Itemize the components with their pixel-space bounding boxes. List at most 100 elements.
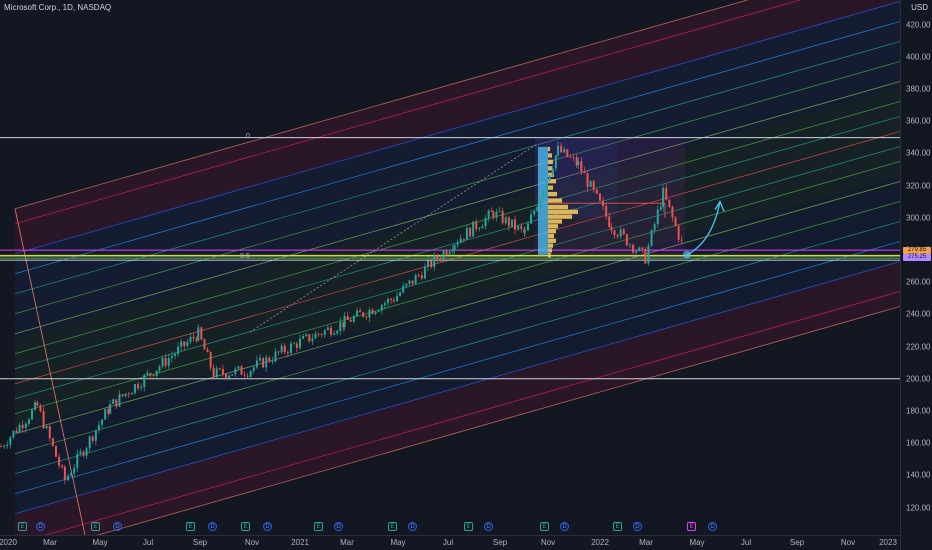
dividend-marker[interactable]: D — [484, 522, 493, 531]
candle — [31, 408, 33, 421]
price-tick: 180.00 — [906, 406, 931, 416]
dividend-marker[interactable]: D — [334, 522, 343, 531]
time-tick: Mar — [639, 538, 653, 547]
price-tick: 200.00 — [906, 374, 931, 384]
time-tick: Jul — [740, 538, 752, 547]
candle — [644, 247, 647, 265]
candle — [469, 226, 472, 238]
candle — [539, 197, 542, 208]
profile-bar — [548, 209, 578, 214]
time-tick: Mar — [43, 538, 57, 547]
earnings-marker[interactable]: E — [464, 522, 473, 531]
fib-level-half-label: 0.5 — [240, 253, 250, 260]
time-tick: Jul — [142, 538, 154, 547]
profile-bar — [548, 204, 568, 210]
earnings-marker[interactable]: E — [687, 522, 696, 531]
earnings-marker[interactable]: E — [18, 522, 27, 531]
profile-bar — [548, 153, 552, 158]
regression-channel — [14, 0, 900, 535]
price-tick: 160.00 — [906, 438, 931, 448]
current-price-tag: 279.85 — [903, 246, 931, 254]
profile-bar — [548, 185, 553, 190]
time-tick: Sep — [192, 538, 208, 547]
price-tick: 320.00 — [906, 181, 931, 190]
symbol-title[interactable]: Microsoft Corp., 1D, NASDAQ — [4, 3, 111, 12]
profile-bar — [548, 191, 557, 197]
current-price-tag: 275.25 — [903, 254, 931, 262]
time-tick: Nov — [540, 538, 556, 547]
time-tick: Nov — [840, 538, 856, 547]
price-tick: 120.00 — [906, 503, 931, 512]
currency-label[interactable]: USD — [911, 3, 928, 12]
earnings-marker[interactable]: E — [241, 522, 250, 531]
price-tick: 260.00 — [906, 277, 931, 287]
dividend-marker[interactable]: D — [36, 522, 45, 531]
candle — [203, 337, 206, 350]
price-tick: 240.00 — [906, 309, 931, 319]
price-tick: 140.00 — [906, 470, 931, 480]
profile-bar — [548, 146, 550, 152]
dividend-marker[interactable]: D — [408, 522, 417, 531]
dividend-marker[interactable]: D — [633, 522, 642, 531]
profile-bar — [548, 224, 558, 229]
price-chart[interactable] — [0, 0, 900, 535]
profile-bar — [548, 253, 551, 258]
candle — [54, 445, 57, 458]
profile-bar — [548, 159, 553, 165]
candle — [548, 174, 551, 182]
time-tick: May — [92, 538, 108, 547]
time-tick: 2021 — [291, 538, 309, 547]
candle — [598, 192, 601, 202]
candle — [12, 430, 15, 440]
dividend-marker[interactable]: D — [708, 522, 717, 531]
profile-bar — [548, 166, 552, 171]
time-tick: Sep — [492, 538, 508, 547]
earnings-marker[interactable]: E — [314, 522, 323, 531]
candle — [112, 398, 115, 405]
price-tick: 420.00 — [906, 20, 931, 29]
time-tick: May — [390, 538, 406, 547]
earnings-marker[interactable]: E — [91, 522, 100, 531]
dividend-marker[interactable]: D — [208, 522, 217, 531]
earnings-marker[interactable]: E — [388, 522, 397, 531]
price-tick: 220.00 — [906, 342, 931, 351]
profile-bar — [548, 248, 552, 253]
candle — [647, 242, 650, 266]
time-axis[interactable]: 2020 Mar May Jul Sep Nov 2021 Mar May Jul Sep Nov 20… — [0, 535, 900, 550]
price-tick: 360.00 — [906, 116, 931, 126]
earnings-marker[interactable]: E — [186, 522, 195, 531]
time-tick: Sep — [789, 538, 805, 547]
time-tick: May — [689, 538, 705, 547]
earnings-marker[interactable]: E — [540, 522, 549, 531]
candle — [262, 357, 265, 369]
candle — [674, 216, 677, 227]
time-tick: Nov — [244, 538, 260, 547]
dividend-marker[interactable]: D — [113, 522, 122, 531]
fib-level-0-label: 0 — [246, 133, 250, 140]
candle — [0, 443, 2, 448]
profile-bar — [548, 219, 562, 224]
earnings-marker[interactable]: E — [613, 522, 622, 531]
candle — [625, 233, 628, 247]
time-tick: 2020 — [0, 538, 17, 547]
profile-bar — [548, 233, 554, 239]
candle — [650, 229, 653, 247]
price-axis[interactable]: USD 420.00 400.00 380.00 360.00 340.00 320.00… — [900, 0, 932, 550]
time-tick: Mar — [340, 538, 354, 547]
time-tick: 2023 — [879, 538, 897, 547]
profile-bar — [548, 198, 562, 203]
profile-bar — [548, 214, 572, 219]
candle — [51, 437, 54, 447]
dividend-marker[interactable]: D — [263, 522, 272, 531]
price-tick: 380.00 — [906, 84, 931, 94]
candle — [104, 407, 107, 420]
profile-bar — [548, 228, 556, 234]
candle — [566, 148, 569, 158]
price-tick: 340.00 — [906, 148, 931, 158]
profile-bar — [548, 243, 553, 248]
chart-area[interactable]: Microsoft Corp., 1D, NASDAQ EDEDEDEDEDED… — [0, 0, 900, 535]
price-tick: 300.00 — [906, 213, 931, 223]
candle — [3, 444, 6, 449]
dividend-marker[interactable]: D — [560, 522, 569, 531]
time-tick: Jul — [442, 538, 454, 547]
